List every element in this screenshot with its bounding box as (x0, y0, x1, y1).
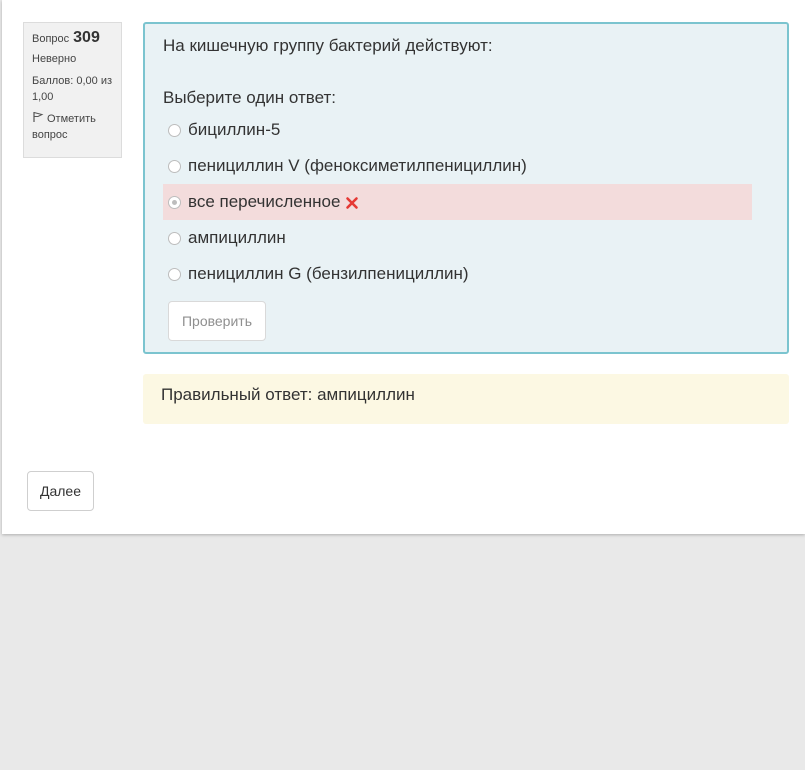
answer-option-incorrect[interactable]: все перечисленное (163, 184, 752, 220)
answer-prompt: Выберите один ответ: (163, 88, 336, 107)
flag-question-link[interactable]: Отметить вопрос (32, 111, 113, 143)
answer-label: бициллин-5 (188, 120, 281, 139)
answer-label: пенициллин G (бензилпенициллин) (188, 264, 469, 283)
answer-option[interactable]: пенициллин G (бензилпенициллин) (163, 256, 752, 292)
answer-option[interactable]: бициллин-5 (163, 112, 752, 148)
radio-button[interactable] (168, 123, 181, 137)
question-formulation: На кишечную группу бактерий действуют: В… (143, 22, 789, 354)
question-number: 309 (73, 29, 100, 46)
radio-button[interactable] (168, 267, 181, 281)
next-button[interactable]: Далее (27, 471, 94, 511)
question-text: На кишечную группу бактерий действуют: (163, 36, 493, 55)
answer-option[interactable]: пенициллин V (феноксиметилпенициллин) (163, 148, 752, 184)
radio-button[interactable] (168, 159, 181, 173)
question-info-panel: Вопрос 309 Неверно Баллов: 0,00 из 1,00 … (23, 22, 122, 158)
radio-button[interactable] (168, 231, 181, 245)
flag-icon (32, 111, 44, 123)
check-button[interactable]: Проверить (168, 301, 266, 341)
radio-button-checked[interactable] (168, 195, 181, 209)
question-state: Неверно (32, 53, 77, 65)
answer-label: ампициллин (188, 228, 286, 247)
incorrect-icon (345, 195, 359, 209)
answer-option[interactable]: ампициллин (163, 220, 752, 256)
question-grade: Баллов: 0,00 из 1,00 (32, 75, 113, 103)
answer-label: пенициллин V (феноксиметилпенициллин) (188, 156, 527, 175)
question-number-row: Вопрос 309 (32, 29, 113, 47)
answer-label: все перечисленное (188, 192, 341, 211)
question-label: Вопрос (32, 33, 70, 45)
right-answer-feedback: Правильный ответ: ампициллин (143, 374, 789, 424)
quiz-page: Вопрос 309 Неверно Баллов: 0,00 из 1,00 … (2, 0, 805, 534)
